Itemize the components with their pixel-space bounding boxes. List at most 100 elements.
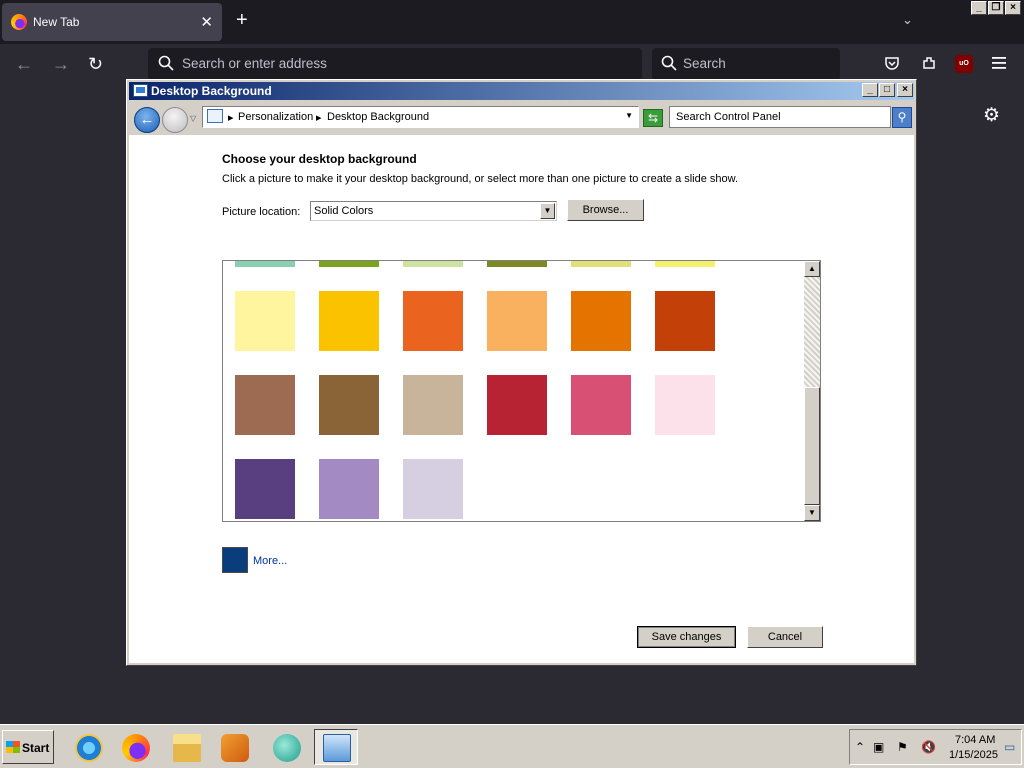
- breadcrumb-separator-icon[interactable]: ▸: [228, 111, 234, 124]
- minimize-icon[interactable]: _: [862, 83, 878, 97]
- network-icon[interactable]: ▣: [873, 740, 884, 754]
- reload-icon[interactable]: ↻: [88, 54, 103, 75]
- maximize-icon[interactable]: □: [879, 83, 895, 97]
- picture-location-label: Picture location:: [222, 206, 301, 218]
- color-swatch[interactable]: [235, 375, 295, 435]
- taskbar: Start ⌃ ▣ ⚑ 🔇 ▭ 7:04 AM 1/15/2025: [0, 724, 1024, 768]
- browser-tab-bar: New Tab ✕ + ⌄ _ ❐ ×: [0, 0, 1024, 44]
- messenger-icon: [273, 734, 301, 762]
- forward-arrow-icon[interactable]: →: [52, 54, 70, 75]
- window-title-bar: Desktop Background _ □ ×: [129, 82, 914, 100]
- color-swatch[interactable]: [571, 261, 631, 267]
- picture-location-value: Solid Colors: [314, 205, 374, 217]
- color-swatch[interactable]: [319, 375, 379, 435]
- search-icon: [158, 55, 174, 71]
- search-placeholder: Search: [683, 56, 726, 71]
- show-desktop-icon[interactable]: ▭: [1004, 740, 1015, 754]
- color-swatch[interactable]: [655, 375, 715, 435]
- browse-button[interactable]: Browse...: [567, 199, 644, 221]
- scroll-down-icon[interactable]: ▼: [804, 505, 820, 521]
- start-button[interactable]: Start: [2, 730, 54, 764]
- cancel-button[interactable]: Cancel: [747, 626, 823, 648]
- control-panel-search-input[interactable]: Search Control Panel: [669, 106, 891, 128]
- back-arrow-icon[interactable]: ←: [134, 107, 160, 133]
- extensions-icon[interactable]: [921, 55, 937, 71]
- desktop-background-window: Desktop Background _ □ × ← ▽ ▸ Personali…: [126, 79, 917, 666]
- color-swatch[interactable]: [403, 261, 463, 267]
- save-changes-button[interactable]: Save changes: [637, 626, 736, 648]
- color-swatch[interactable]: [571, 291, 631, 351]
- browser-search-bar[interactable]: Search: [652, 48, 840, 80]
- chevron-down-icon[interactable]: ▼: [540, 203, 555, 219]
- action-center-flag-icon[interactable]: ⚑: [897, 740, 908, 754]
- color-swatch[interactable]: [487, 261, 547, 267]
- tab-list-chevron-icon[interactable]: ⌄: [902, 12, 913, 28]
- more-colors-link[interactable]: More...: [253, 555, 287, 567]
- color-swatch[interactable]: [403, 291, 463, 351]
- windows-logo-icon: [6, 741, 20, 753]
- page-title: Choose your desktop background: [222, 152, 417, 166]
- start-label: Start: [22, 741, 50, 755]
- control-panel-icon: [207, 109, 223, 123]
- color-swatch[interactable]: [235, 459, 295, 519]
- minimize-icon[interactable]: _: [971, 1, 987, 15]
- ublock-origin-icon[interactable]: uO: [955, 55, 973, 73]
- more-color-swatch[interactable]: [222, 547, 248, 573]
- color-swatch[interactable]: [319, 291, 379, 351]
- firefox-icon: [122, 734, 150, 762]
- messenger-taskbar-button[interactable]: [264, 729, 308, 765]
- firefox-icon: [11, 14, 27, 30]
- close-icon[interactable]: ×: [897, 83, 913, 97]
- search-icon[interactable]: ⚲: [892, 107, 912, 128]
- explorer-address-row: ← ▽ ▸ Personalization ▸ Desktop Backgrou…: [129, 102, 914, 134]
- scrollbar-thumb[interactable]: [804, 387, 820, 505]
- color-swatch[interactable]: [655, 261, 715, 267]
- search-placeholder: Search Control Panel: [676, 111, 781, 123]
- gear-icon[interactable]: ⚙: [983, 104, 1000, 127]
- firefox-taskbar-button[interactable]: [113, 729, 157, 765]
- address-placeholder: Search or enter address: [182, 56, 327, 71]
- breadcrumb-separator-icon[interactable]: ▸: [316, 111, 322, 124]
- back-arrow-icon[interactable]: ←: [15, 54, 33, 75]
- clock-date: 1/15/2025: [949, 749, 998, 761]
- breadcrumb-desktop-background[interactable]: Desktop Background: [327, 111, 429, 123]
- breadcrumb-personalization[interactable]: Personalization: [238, 111, 313, 123]
- search-icon: [661, 55, 677, 71]
- hamburger-menu-icon[interactable]: [992, 57, 1006, 69]
- file-explorer-taskbar-button[interactable]: [164, 729, 208, 765]
- close-tab-icon[interactable]: ✕: [200, 13, 213, 31]
- tab-new-tab[interactable]: New Tab ✕: [2, 3, 222, 41]
- clock-time: 7:04 AM: [955, 734, 996, 746]
- internet-explorer-taskbar-button[interactable]: [66, 729, 110, 765]
- media-player-icon: [221, 734, 249, 762]
- restore-icon[interactable]: ❐: [988, 1, 1004, 15]
- show-hidden-icons-icon[interactable]: ⌃: [855, 740, 865, 754]
- media-player-taskbar-button[interactable]: [212, 729, 256, 765]
- color-swatch[interactable]: [655, 291, 715, 351]
- color-swatch[interactable]: [235, 261, 295, 267]
- picture-location-select[interactable]: Solid Colors ▼: [310, 201, 557, 221]
- color-swatch[interactable]: [319, 261, 379, 267]
- color-swatch[interactable]: [571, 375, 631, 435]
- scroll-up-icon[interactable]: ▲: [804, 261, 820, 277]
- control-panel-icon: [133, 84, 148, 97]
- forward-arrow-icon[interactable]: [162, 107, 188, 133]
- new-tab-plus-icon[interactable]: +: [236, 10, 248, 30]
- color-swatch[interactable]: [403, 375, 463, 435]
- color-swatch[interactable]: [235, 291, 295, 351]
- control-panel-taskbar-button[interactable]: [314, 729, 358, 765]
- address-bar[interactable]: Search or enter address: [148, 48, 642, 80]
- color-swatch[interactable]: [487, 291, 547, 351]
- chevron-down-icon[interactable]: ▼: [625, 111, 633, 120]
- color-swatch[interactable]: [403, 459, 463, 519]
- folder-icon: [173, 734, 201, 762]
- pocket-icon[interactable]: [884, 55, 900, 71]
- color-swatch[interactable]: [487, 375, 547, 435]
- color-swatch[interactable]: [319, 459, 379, 519]
- refresh-icon[interactable]: ⇆: [643, 109, 663, 127]
- volume-muted-icon[interactable]: 🔇: [921, 740, 936, 754]
- history-dropdown-icon[interactable]: ▽: [190, 114, 196, 123]
- gallery-scrollbar[interactable]: ▲ ▼: [804, 261, 820, 521]
- breadcrumb[interactable]: ▸ Personalization ▸ Desktop Background ▼: [202, 106, 639, 128]
- close-icon[interactable]: ×: [1005, 1, 1021, 15]
